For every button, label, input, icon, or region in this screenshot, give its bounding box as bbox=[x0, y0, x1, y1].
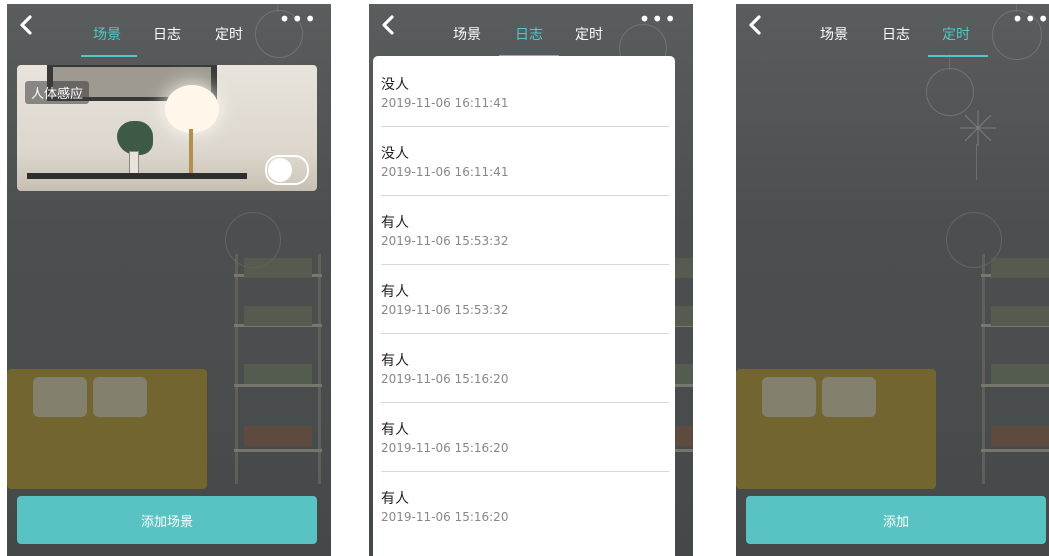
more-dots-icon[interactable]: ••• bbox=[279, 8, 317, 30]
log-time: 2019-11-06 15:53:32 bbox=[381, 303, 509, 317]
list-item: 没人 2019-11-06 16:11:41 bbox=[381, 58, 669, 127]
sofa-decoration bbox=[736, 369, 936, 489]
tab-log[interactable]: 日志 bbox=[515, 24, 543, 44]
tab-log[interactable]: 日志 bbox=[153, 24, 181, 44]
lamp-image bbox=[165, 85, 219, 133]
log-time: 2019-11-06 16:11:41 bbox=[381, 165, 509, 179]
plant-image bbox=[117, 121, 153, 155]
log-time: 2019-11-06 15:16:20 bbox=[381, 372, 509, 386]
scene-screen: 场景 日志 定时 ••• 人体感应 添加场景 bbox=[7, 4, 331, 556]
log-screen: 场景 日志 定时 ••• 没人 2019-11-06 16:11:41 没人 2… bbox=[369, 4, 693, 556]
lamp-cord-decoration bbox=[976, 144, 977, 180]
tab-scene[interactable]: 场景 bbox=[93, 24, 121, 44]
timer-screen: 场景 日志 定时 ••• 添加 bbox=[736, 4, 1049, 556]
log-time: 2019-11-06 16:11:41 bbox=[381, 96, 509, 110]
log-time: 2019-11-06 15:53:32 bbox=[381, 234, 509, 248]
tab-timer[interactable]: 定时 bbox=[942, 24, 970, 44]
log-status: 有人 bbox=[381, 284, 409, 300]
tab-scene[interactable]: 场景 bbox=[820, 24, 848, 44]
scene-card[interactable]: 人体感应 bbox=[17, 65, 317, 191]
shelf-decoration bbox=[981, 254, 1049, 484]
screenshot-stage: 场景 日志 定时 ••• 人体感应 添加场景 场景 日志 定时 ••• 没人 2… bbox=[0, 0, 1049, 556]
sofa-decoration bbox=[7, 369, 207, 489]
log-status: 有人 bbox=[381, 491, 409, 507]
header: 场景 日志 定时 ••• bbox=[7, 4, 331, 58]
active-tab-underline bbox=[81, 55, 137, 57]
header: 场景 日志 定时 ••• bbox=[736, 4, 1049, 58]
chevron-left-icon[interactable] bbox=[13, 10, 39, 40]
more-dots-icon[interactable]: ••• bbox=[1012, 8, 1049, 30]
list-item: 有人 2019-11-06 15:53:32 bbox=[381, 265, 669, 334]
list-item: 有人 2019-11-06 15:16:20 bbox=[381, 403, 669, 472]
list-item: 没人 2019-11-06 16:11:41 bbox=[381, 127, 669, 196]
tab-timer[interactable]: 定时 bbox=[215, 24, 243, 44]
list-item: 有人 2019-11-06 15:16:20 bbox=[381, 334, 669, 403]
active-tab-underline bbox=[928, 55, 988, 57]
list-item: 有人 2019-11-06 15:16:20 bbox=[381, 472, 669, 540]
log-time: 2019-11-06 15:16:20 bbox=[381, 510, 509, 524]
log-list[interactable]: 没人 2019-11-06 16:11:41 没人 2019-11-06 16:… bbox=[373, 56, 675, 556]
log-status: 有人 bbox=[381, 422, 409, 438]
add-timer-button[interactable]: 添加 bbox=[746, 496, 1046, 544]
tab-timer[interactable]: 定时 bbox=[575, 24, 603, 44]
desk-image bbox=[27, 173, 247, 179]
add-scene-button[interactable]: 添加场景 bbox=[17, 496, 317, 544]
chevron-left-icon[interactable] bbox=[375, 10, 401, 40]
vase-image bbox=[129, 151, 139, 175]
log-status: 有人 bbox=[381, 215, 409, 231]
tab-scene[interactable]: 场景 bbox=[453, 24, 481, 44]
toggle-knob bbox=[268, 158, 292, 182]
lamp-pole bbox=[189, 129, 193, 173]
more-dots-icon[interactable]: ••• bbox=[639, 8, 677, 30]
chevron-left-icon[interactable] bbox=[742, 10, 768, 40]
header: 场景 日志 定时 ••• bbox=[369, 4, 693, 58]
scene-title: 人体感应 bbox=[25, 81, 90, 104]
scene-toggle[interactable] bbox=[265, 155, 309, 185]
starburst-lamp-decoration bbox=[960, 110, 996, 146]
log-status: 没人 bbox=[381, 77, 409, 93]
log-time: 2019-11-06 15:16:20 bbox=[381, 441, 509, 455]
log-status: 没人 bbox=[381, 146, 409, 162]
list-item: 有人 2019-11-06 15:53:32 bbox=[381, 196, 669, 265]
tab-log[interactable]: 日志 bbox=[882, 24, 910, 44]
shelf-decoration bbox=[234, 254, 322, 484]
log-status: 有人 bbox=[381, 353, 409, 369]
